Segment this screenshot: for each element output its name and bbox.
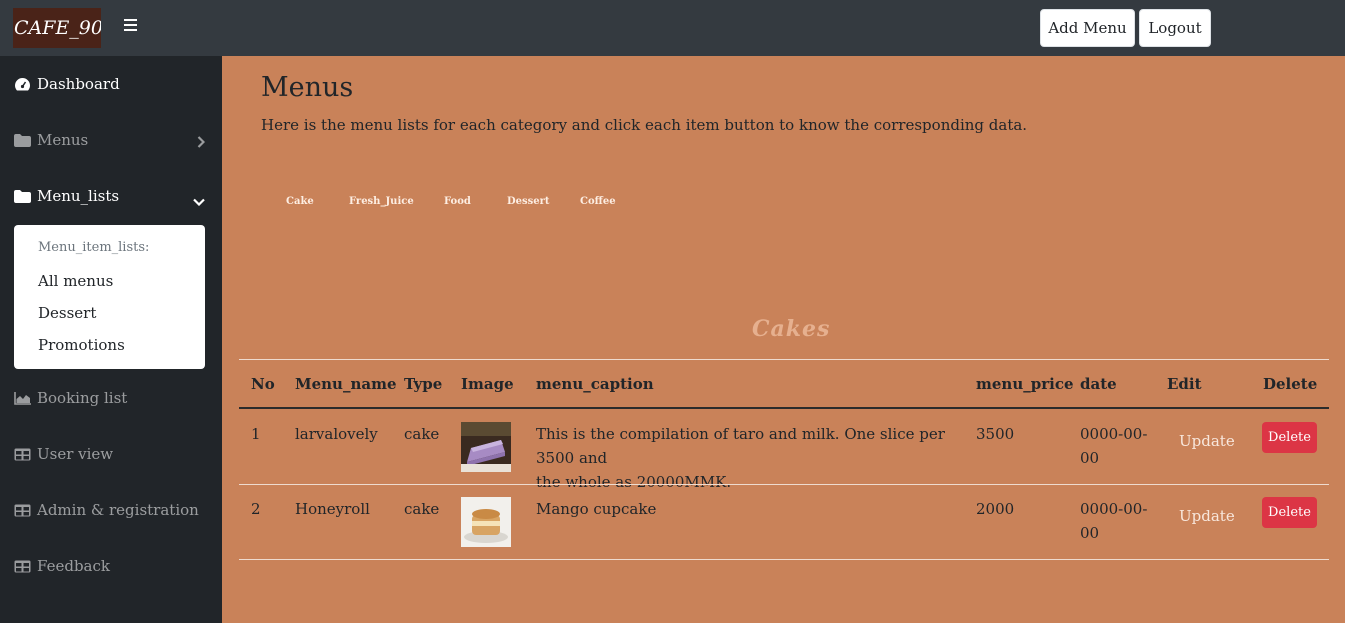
category-tab-fresh-juice[interactable]: Fresh_Juice — [349, 196, 414, 207]
cell-menu-name: larvalovely — [295, 425, 378, 443]
cell-type: cake — [404, 500, 440, 518]
delete-button[interactable]: Delete — [1262, 422, 1317, 453]
chevron-down-icon — [193, 192, 205, 210]
column-header-edit: Edit — [1167, 375, 1202, 393]
column-header-image: Image — [461, 375, 514, 393]
cell-type: cake — [404, 425, 440, 443]
cell-menu-price: 2000 — [976, 500, 1015, 518]
cell-date: 0000-00- 00 — [1080, 500, 1148, 542]
delete-button[interactable]: Delete — [1262, 497, 1317, 528]
folder-icon — [14, 189, 32, 203]
taro-cake-image — [461, 422, 511, 472]
hamburger-icon[interactable] — [124, 19, 138, 33]
category-tab-coffee[interactable]: Coffee — [580, 196, 616, 207]
submenu-item-all-menus[interactable]: All menus — [38, 272, 113, 290]
cell-menu-name: Honeyroll — [295, 500, 370, 518]
table-icon — [14, 447, 32, 461]
table-top-border — [239, 359, 1329, 360]
column-header-date: date — [1080, 375, 1117, 393]
sidebar-item-label: User view — [37, 445, 114, 463]
honeyroll-image — [461, 497, 511, 547]
chevron-right-icon — [197, 134, 206, 152]
cell-menu-price: 3500 — [976, 425, 1015, 443]
logout-button[interactable]: Logout — [1139, 9, 1211, 47]
sidebar-item-feedback[interactable]: Feedback — [14, 554, 209, 578]
sidebar-item-menu-lists[interactable]: Menu_lists — [14, 184, 209, 208]
column-header-no: No — [251, 375, 275, 393]
row-divider — [239, 559, 1329, 560]
add-menu-button[interactable]: Add Menu — [1040, 9, 1135, 47]
table-icon — [14, 559, 32, 573]
sidebar: Dashboard Menus Menu_lists Menu_item_lis… — [0, 56, 222, 623]
table-icon — [14, 503, 32, 517]
column-header-menu-caption: menu_caption — [536, 375, 654, 393]
top-navbar: CAFE_90s Add Menu Logout — [0, 0, 1345, 56]
cell-date: 0000-00- 00 — [1080, 425, 1148, 467]
cell-menu-caption: Mango cupcake — [536, 500, 657, 518]
brand-logo[interactable]: CAFE_90s — [13, 8, 101, 48]
sidebar-item-dashboard[interactable]: Dashboard — [14, 72, 209, 96]
submenu-header: Menu_item_lists: — [38, 240, 150, 255]
cell-no: 1 — [251, 425, 261, 443]
section-title: Cakes — [752, 316, 831, 342]
table-header-border — [239, 407, 1329, 409]
sidebar-item-user-view[interactable]: User view — [14, 442, 209, 466]
page-title: Menus — [261, 72, 354, 103]
column-header-menu-price: menu_price — [976, 375, 1074, 393]
sidebar-item-label: Menus — [37, 131, 89, 149]
category-tab-food[interactable]: Food — [444, 196, 471, 207]
submenu-item-promotions[interactable]: Promotions — [38, 336, 125, 354]
sidebar-item-label: Dashboard — [37, 75, 120, 93]
update-link[interactable]: Update — [1179, 432, 1235, 450]
area-chart-icon — [14, 391, 32, 405]
page-description: Here is the menu lists for each category… — [261, 116, 1028, 134]
tachometer-icon — [14, 77, 32, 91]
cell-no: 2 — [251, 500, 261, 518]
sidebar-item-label: Menu_lists — [37, 187, 120, 205]
menu-lists-submenu: Menu_item_lists: All menus Dessert Promo… — [14, 225, 205, 369]
submenu-item-dessert[interactable]: Dessert — [38, 304, 96, 322]
sidebar-item-admin-registration[interactable]: Admin & registration — [14, 498, 209, 522]
category-tab-dessert[interactable]: Dessert — [507, 196, 550, 207]
sidebar-item-label: Admin & registration — [37, 501, 199, 519]
sidebar-item-label: Booking list — [37, 389, 128, 407]
sidebar-item-booking-list[interactable]: Booking list — [14, 386, 209, 410]
sidebar-item-menus[interactable]: Menus — [14, 128, 209, 152]
column-header-type: Type — [404, 375, 443, 393]
sidebar-item-label: Feedback — [37, 557, 110, 575]
row-divider — [239, 484, 1329, 485]
category-tab-cake[interactable]: Cake — [286, 196, 314, 207]
update-link[interactable]: Update — [1179, 507, 1235, 525]
column-header-menu-name: Menu_name — [295, 375, 397, 393]
folder-icon — [14, 133, 32, 147]
column-header-delete: Delete — [1263, 375, 1318, 393]
